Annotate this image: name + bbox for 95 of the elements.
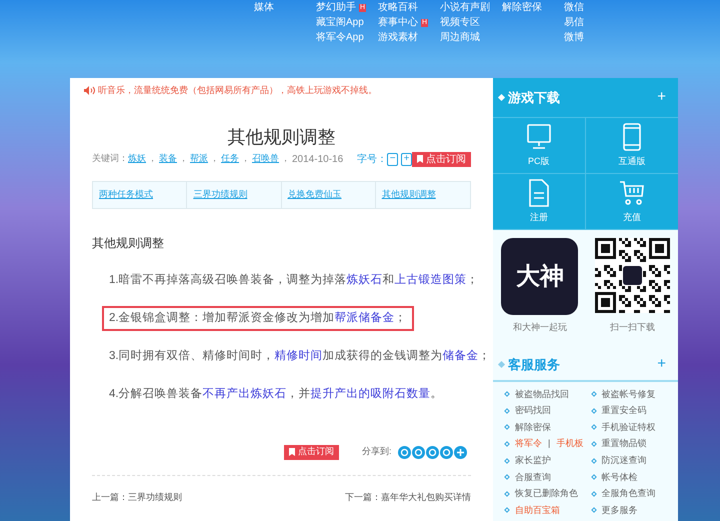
nav-link[interactable]: 赛事中心	[378, 15, 418, 30]
keyword-link[interactable]: 任务	[221, 152, 239, 166]
font-decrease-button[interactable]: −	[387, 152, 398, 166]
keyword-link[interactable]: 装备	[159, 152, 177, 166]
section-tab[interactable]: 三界功绩规则	[187, 182, 282, 208]
nav-link[interactable]: 将军令App	[316, 30, 364, 45]
bullet-icon	[504, 458, 510, 464]
bullet-icon	[504, 441, 510, 447]
bullet-icon	[590, 508, 596, 514]
nav-link[interactable]: 游戏素材	[378, 30, 418, 45]
service-link[interactable]: 被盗帐号修复	[602, 388, 656, 402]
bullet-icon	[590, 424, 596, 430]
section-tab[interactable]: 兑换免费仙玉	[282, 182, 376, 208]
section-tab[interactable]: 其他规则调整	[376, 182, 470, 208]
plus-icon[interactable]	[454, 446, 467, 458]
download-tile[interactable]: PC版	[493, 118, 586, 174]
service-link[interactable]: 重置安全码	[602, 404, 646, 418]
qr-code-icon	[594, 238, 670, 313]
separator: |	[548, 437, 550, 450]
comma: ，	[241, 152, 250, 166]
section-tab[interactable]: 两种任务模式	[93, 182, 188, 208]
nav-link[interactable]: 微博	[564, 30, 584, 45]
service-link[interactable]: 将军令	[515, 437, 542, 451]
app-logo-text: 大神	[516, 262, 564, 292]
service-link[interactable]: 重置物品锁	[602, 437, 646, 451]
speaker-icon	[84, 86, 95, 96]
article-title: 其他规则调整	[226, 126, 336, 148]
service-link[interactable]: 手机验证特权	[602, 420, 656, 434]
subscribe-button[interactable]: 点击订阅	[284, 444, 339, 460]
bullet-icon	[590, 491, 596, 497]
service-link[interactable]: 更多服务	[602, 504, 638, 518]
cart-icon	[618, 178, 645, 207]
rule-item: 2.金银锦盒调整：增加帮派资金修改为增加帮派储备金；	[102, 306, 414, 330]
keywords-label: 关键词：	[92, 152, 128, 166]
bullet-icon	[504, 474, 510, 480]
rule-item: 1.暗雷不再掉落高级召唤兽装备，调整为掉落炼妖石和上古锻造图策；	[108, 272, 480, 288]
notice-text: 听音乐，流量统统免费（包括网易所有产品），高铁上玩游戏不掉线。	[98, 84, 377, 97]
section-heading: 其他规则调整	[92, 234, 165, 252]
nav-link[interactable]: 攻略百科	[378, 0, 418, 15]
bullet-icon	[504, 491, 510, 497]
service-link[interactable]: 防沉迷查询	[602, 454, 646, 468]
service-link[interactable]: 全服角色查询	[602, 487, 656, 501]
service-link[interactable]: 恢复已删除角色	[515, 487, 578, 501]
nav-link[interactable]: 视频专区	[440, 15, 480, 30]
keyword-link[interactable]: 帮派	[190, 152, 208, 166]
panel-title: 客服服务	[508, 356, 560, 374]
previous-article-link[interactable]: 上一篇：三界功绩规则	[92, 490, 182, 504]
nav-link[interactable]: 梦幻助手	[316, 0, 356, 15]
app-caption: 和大神一起玩	[512, 321, 567, 334]
comma: ，	[210, 152, 219, 166]
nav-link[interactable]: 小说有声剧	[440, 0, 490, 15]
font-size-label: 字号：	[357, 152, 388, 166]
expand-button[interactable]: +	[657, 353, 666, 376]
bookmark-icon	[289, 448, 295, 456]
service-link[interactable]: 解除密保	[515, 420, 551, 434]
download-tile[interactable]: 互通版	[586, 118, 678, 174]
service-link[interactable]: 密码找回	[515, 404, 551, 418]
monitor-icon	[526, 122, 552, 151]
comma: ，	[148, 152, 157, 166]
keyword-link[interactable]: 召唤兽	[252, 152, 279, 166]
rule-item: 4.分解召唤兽装备不再产出炼妖石，并提升产出的吸附石数量。	[108, 386, 444, 402]
circle-icon[interactable]	[412, 446, 425, 458]
service-link[interactable]: 被盗物品找回	[515, 388, 569, 402]
nav-link[interactable]: 周边商城	[440, 30, 480, 45]
article-date: 2014-10-16	[292, 152, 344, 166]
bullet-icon	[590, 408, 596, 414]
bullet-icon	[590, 391, 596, 398]
service-link[interactable]: 帐号体检	[602, 470, 638, 484]
nav-link[interactable]: 媒体	[254, 0, 274, 15]
bullet-icon	[504, 391, 510, 398]
share-label: 分享到:	[362, 445, 392, 458]
subscribe-button[interactable]: 点击订阅	[412, 152, 471, 166]
comma: ，	[281, 152, 290, 166]
bullet-icon	[590, 458, 596, 464]
keyword-link[interactable]: 炼妖	[128, 152, 146, 166]
service-link[interactable]: 手机板	[556, 437, 584, 451]
next-article-link[interactable]: 下一篇：嘉年华大礼包购买详情	[345, 490, 471, 504]
bullet-icon	[504, 424, 510, 430]
nav-link[interactable]: 藏宝阁App	[316, 15, 364, 30]
bookmark-icon	[417, 155, 423, 163]
nav-link[interactable]: 解除密保	[502, 0, 542, 15]
expand-button[interactable]: +	[657, 86, 666, 109]
comma: ，	[179, 152, 188, 166]
nav-link[interactable]: 微信	[564, 0, 584, 15]
nav-link[interactable]: 易信	[564, 15, 584, 30]
qr-caption: 扫一扫下载	[610, 321, 655, 334]
service-link[interactable]: 自助百宝箱	[515, 504, 560, 518]
bullet-icon	[590, 474, 596, 480]
bullet-icon	[590, 441, 596, 447]
rule-item: 3.同时拥有双倍、精修时间时，精修时间加成获得的金钱调整为储备金；	[108, 348, 492, 364]
bullet-icon	[504, 508, 510, 514]
panel-title: 游戏下载	[508, 88, 560, 107]
service-link[interactable]: 家长监护	[515, 454, 551, 468]
service-link[interactable]: 合服查询	[515, 470, 551, 484]
bullet-icon	[504, 408, 510, 414]
